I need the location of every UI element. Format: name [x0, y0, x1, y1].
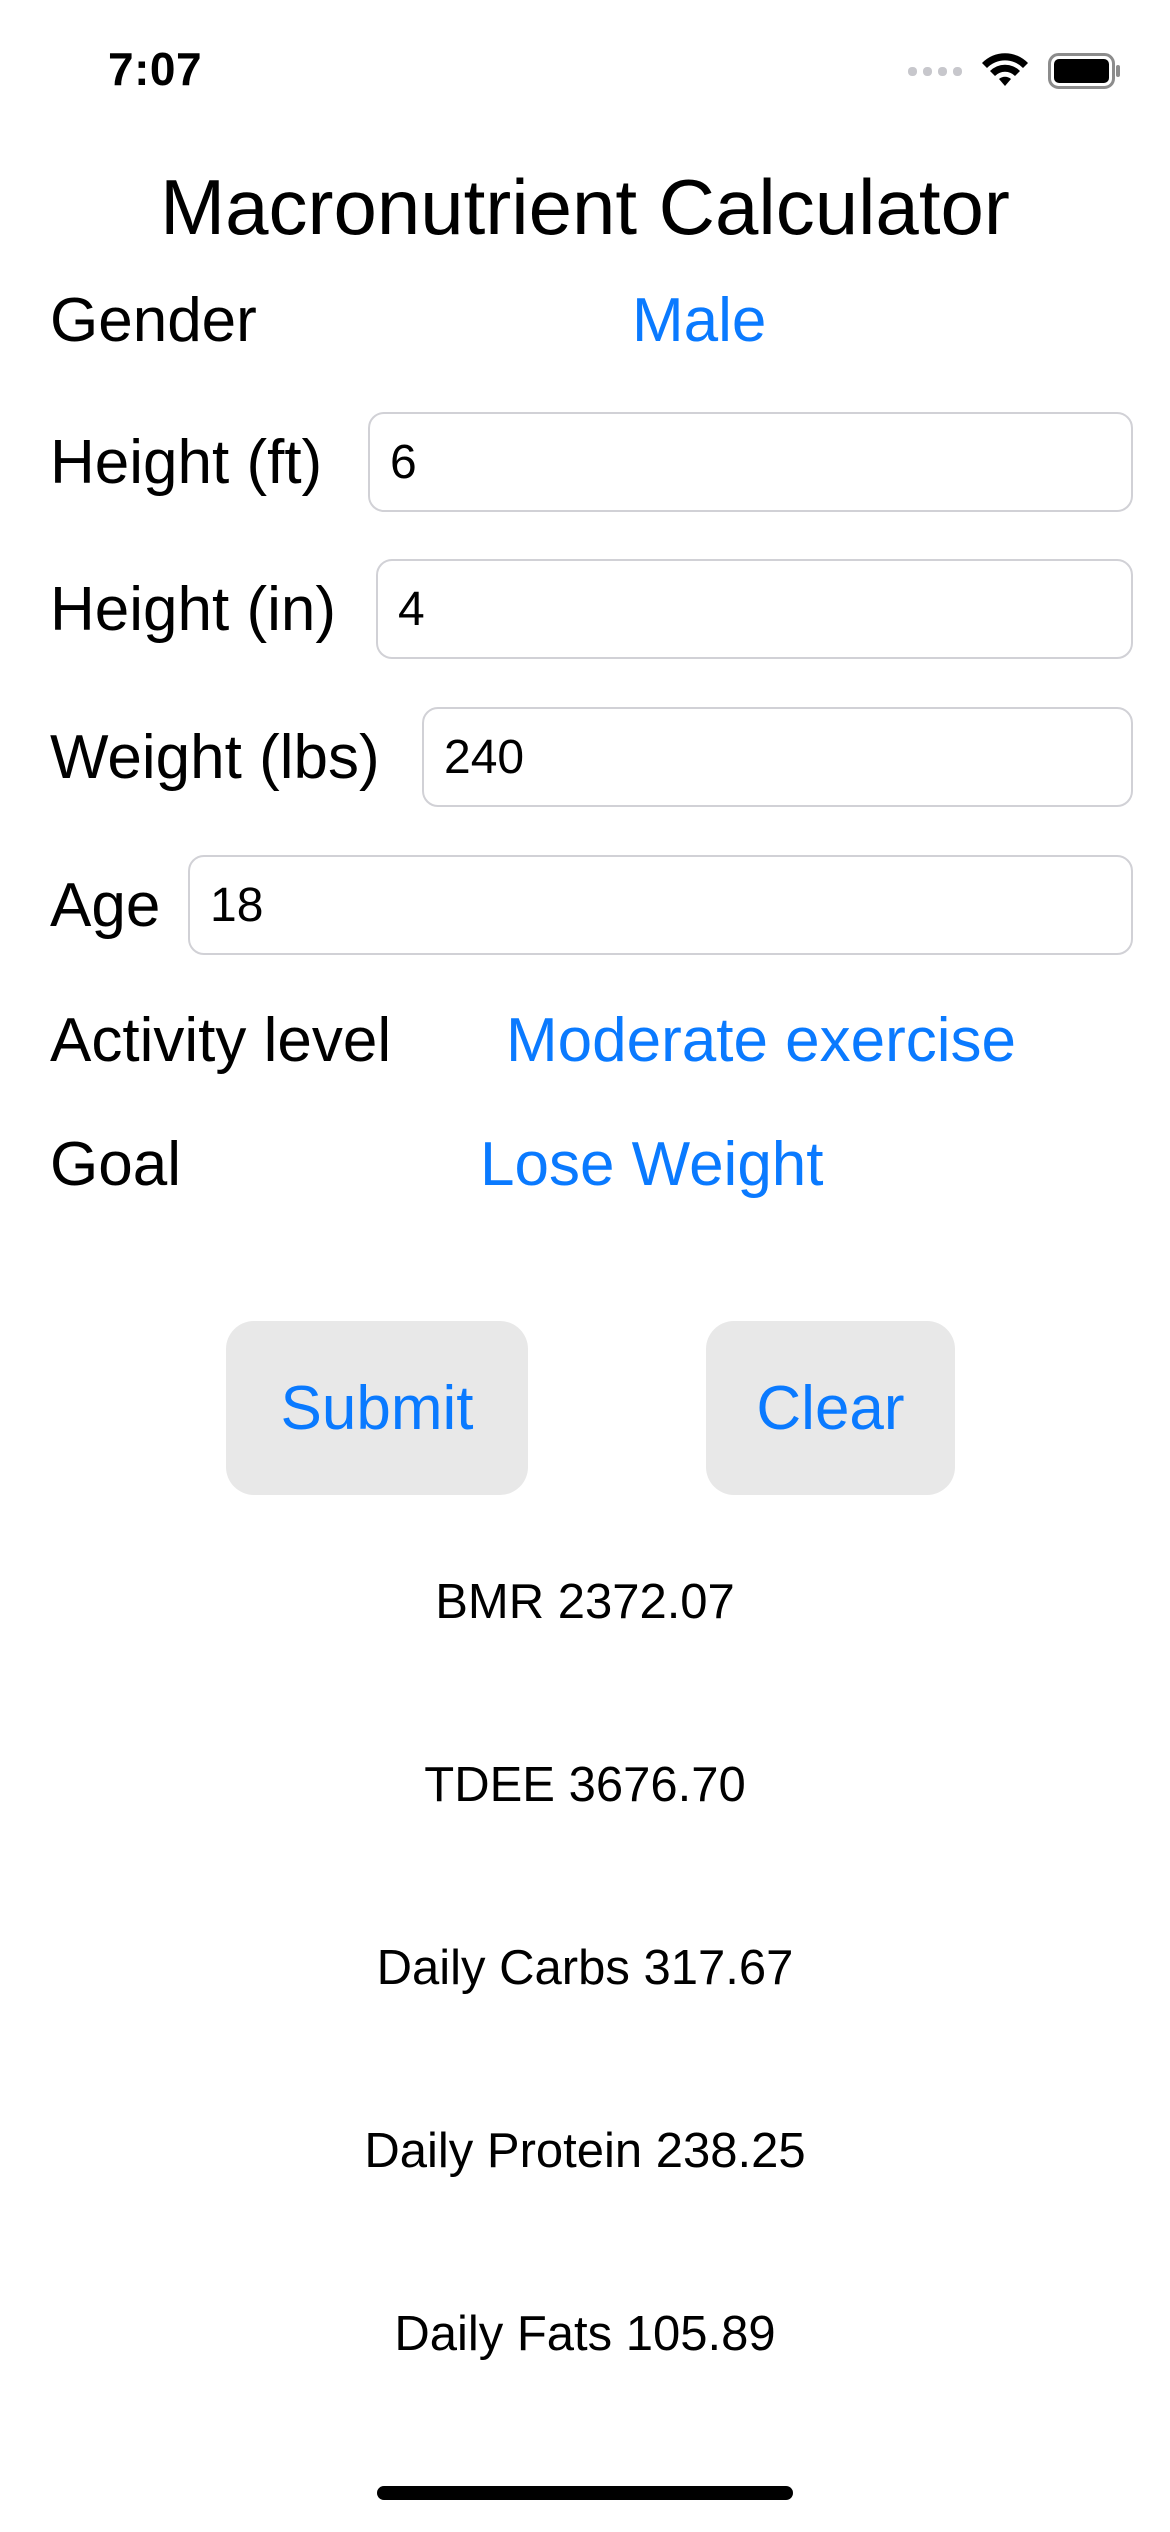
tdee-result: TDEE 3676.70	[424, 1758, 746, 1812]
activity-level-picker[interactable]: Moderate exercise	[506, 1006, 1016, 1076]
weight-label: Weight (lbs)	[50, 723, 380, 792]
wifi-icon	[982, 53, 1028, 86]
height-ft-input[interactable]: 6	[368, 412, 1133, 512]
gender-picker[interactable]: Male	[632, 286, 766, 356]
height-ft-label: Height (ft)	[50, 428, 323, 497]
daily-carbs-result: Daily Carbs 317.67	[376, 1941, 794, 1995]
page-title: Macronutrient Calculator	[160, 163, 1010, 251]
status-time: 7:07	[108, 43, 203, 95]
home-indicator[interactable]	[377, 2486, 793, 2500]
age-input[interactable]: 18	[188, 855, 1133, 955]
goal-label: Goal	[50, 1130, 181, 1199]
daily-fats-result: Daily Fats 105.89	[394, 2307, 776, 2361]
submit-button[interactable]: Submit	[226, 1321, 528, 1495]
daily-protein-result: Daily Protein 238.25	[364, 2124, 806, 2178]
height-in-input[interactable]: 4	[376, 559, 1133, 659]
status-icons	[908, 52, 1122, 90]
bmr-result: BMR 2372.07	[435, 1575, 735, 1629]
height-in-label: Height (in)	[50, 575, 336, 644]
age-label: Age	[50, 871, 161, 940]
activity-level-label: Activity level	[50, 1006, 392, 1075]
goal-picker[interactable]: Lose Weight	[480, 1130, 824, 1200]
clear-button[interactable]: Clear	[706, 1321, 955, 1495]
cellular-signal-icon	[908, 66, 962, 76]
gender-label: Gender	[50, 286, 257, 355]
weight-input[interactable]: 240	[422, 707, 1133, 807]
battery-icon	[1048, 53, 1120, 89]
